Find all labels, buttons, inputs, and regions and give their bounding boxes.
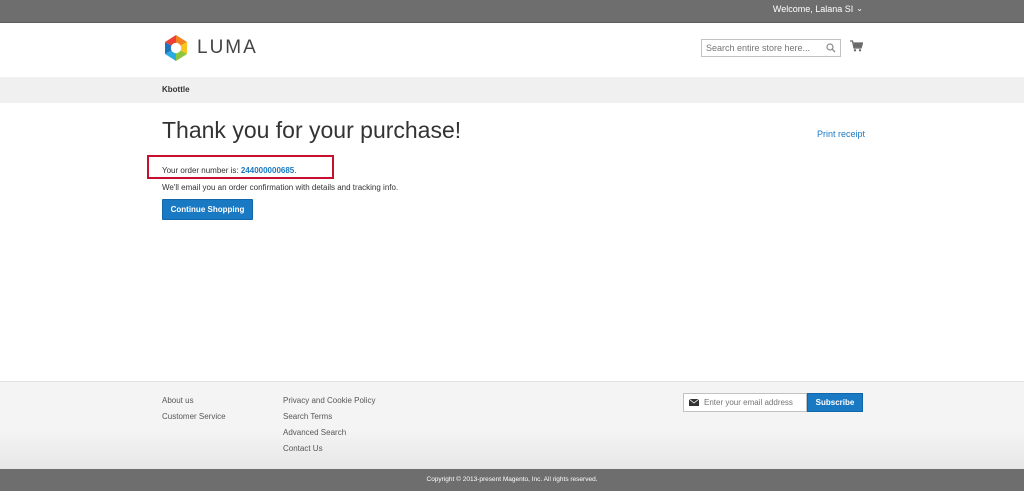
order-number-line: Your order number is: 244000000685.	[162, 166, 296, 175]
email-confirmation-note: We'll email you an order confirmation wi…	[162, 183, 399, 192]
customer-menu-toggle[interactable]: Welcome, Lalana SI ⌄	[772, 3, 863, 15]
copyright-text: Copyright © 2013-present Magento, Inc. A…	[426, 476, 598, 483]
order-number-suffix: .	[294, 166, 297, 175]
logo-text: LUMA	[197, 37, 258, 58]
breadcrumb: Kbottle	[0, 77, 1024, 103]
search-box[interactable]	[701, 39, 841, 57]
order-number-prefix: Your order number is:	[162, 166, 241, 175]
footer-links-column-1: About us Customer Service	[162, 393, 226, 425]
footer: About us Customer Service Privacy and Co…	[0, 381, 1024, 470]
luma-logo-icon	[165, 35, 187, 61]
footer-link-privacy-policy[interactable]: Privacy and Cookie Policy	[283, 393, 375, 409]
page-title: Thank you for your purchase!	[162, 117, 462, 143]
footer-link-search-terms[interactable]: Search Terms	[283, 409, 375, 425]
subscribe-button[interactable]: Subscribe	[807, 393, 863, 412]
cart-icon[interactable]	[850, 40, 863, 52]
chevron-down-icon: ⌄	[856, 3, 863, 13]
store-logo[interactable]: LUMA	[163, 34, 258, 62]
newsletter-field[interactable]	[683, 393, 807, 412]
footer-link-about-us[interactable]: About us	[162, 393, 226, 409]
order-number-link[interactable]: 244000000685	[241, 166, 294, 175]
print-receipt-link[interactable]: Print receipt	[817, 129, 865, 139]
footer-links-column-2: Privacy and Cookie Policy Search Terms A…	[283, 393, 375, 457]
footer-link-customer-service[interactable]: Customer Service	[162, 409, 226, 425]
top-header-bar: Welcome, Lalana SI ⌄	[0, 0, 1024, 23]
search-input[interactable]	[706, 40, 818, 56]
breadcrumb-current: Kbottle	[162, 85, 190, 94]
continue-shopping-button[interactable]: Continue Shopping	[162, 199, 253, 220]
newsletter-email-input[interactable]	[704, 395, 804, 410]
footer-link-contact-us[interactable]: Contact Us	[283, 441, 375, 457]
copyright-bar: Copyright © 2013-present Magento, Inc. A…	[0, 469, 1024, 491]
welcome-text: Welcome, Lalana SI	[772, 4, 854, 14]
search-icon[interactable]	[826, 43, 836, 53]
footer-link-advanced-search[interactable]: Advanced Search	[283, 425, 375, 441]
mail-icon	[689, 399, 699, 406]
